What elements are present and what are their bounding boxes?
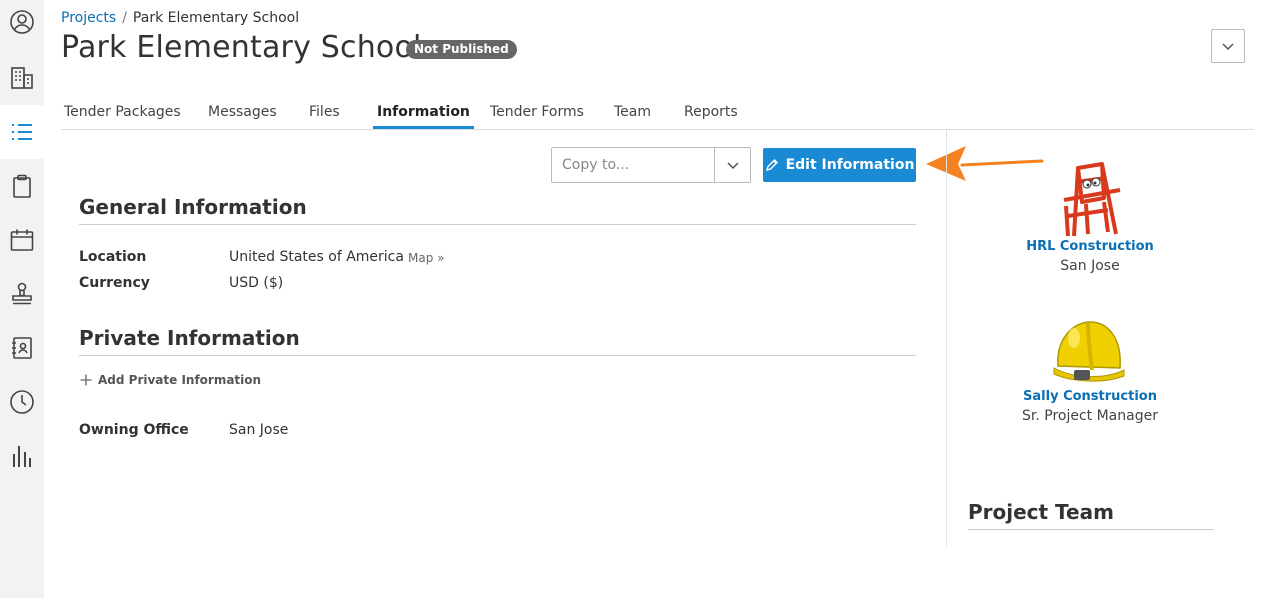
sidebar-item-profile[interactable]: [0, 0, 44, 49]
edit-information-button[interactable]: Edit Information: [763, 148, 916, 182]
owning-office-label: Owning Office: [79, 422, 189, 438]
clipboard-icon: [13, 174, 31, 198]
tab-information[interactable]: Information: [373, 104, 474, 129]
section-divider: [968, 529, 1214, 530]
breadcrumb-projects-link[interactable]: Projects: [61, 10, 116, 26]
tab-tender-packages[interactable]: Tender Packages: [64, 104, 181, 128]
bar-chart-icon: [13, 446, 31, 467]
address-book-icon: [12, 337, 32, 359]
general-information-heading: General Information: [79, 195, 307, 219]
clock-icon: [10, 390, 34, 414]
location-label: Location: [79, 249, 147, 265]
chevron-down-icon: [726, 162, 739, 170]
sidebar-item-approvals[interactable]: [0, 267, 44, 321]
private-information-heading: Private Information: [79, 326, 300, 350]
sidebar-item-contacts[interactable]: [0, 321, 44, 375]
company-name-link[interactable]: Sally Construction: [1000, 389, 1180, 404]
page-title: Park Elementary School: [61, 30, 422, 65]
tab-messages[interactable]: Messages: [208, 104, 277, 128]
chevron-down-icon: [1222, 43, 1234, 51]
copy-to-dropdown-toggle[interactable]: [714, 148, 750, 182]
user-circle-icon: [10, 10, 34, 34]
breadcrumb-separator: /: [122, 10, 127, 26]
copy-to-placeholder: Copy to...: [562, 157, 630, 173]
edit-information-label: Edit Information: [785, 157, 915, 173]
tab-team[interactable]: Team: [614, 104, 651, 128]
section-divider: [79, 355, 916, 356]
list-icon: [12, 124, 32, 140]
breadcrumb: Projects / Park Elementary School: [61, 10, 299, 26]
breadcrumb-current: Park Elementary School: [132, 10, 300, 26]
sidebar-item-tasks[interactable]: [0, 159, 44, 213]
sidebar-item-calendar[interactable]: [0, 213, 44, 267]
company-card: Sally Construction Sr. Project Manager: [1000, 389, 1180, 424]
sidebar-item-history[interactable]: [0, 375, 44, 429]
company-card: HRL Construction San Jose: [1000, 239, 1180, 274]
pencil-icon: [765, 159, 778, 172]
copy-to-select[interactable]: Copy to...: [551, 147, 751, 183]
tab-files[interactable]: Files: [309, 104, 340, 128]
stamp-icon: [12, 282, 32, 305]
currency-label: Currency: [79, 275, 150, 291]
tab-tender-forms[interactable]: Tender Forms: [490, 104, 584, 128]
tab-bar: Tender Packages Messages Files Informati…: [61, 98, 1254, 130]
plus-icon: [80, 374, 92, 386]
arrow-annotation-icon: [926, 146, 1044, 181]
company-name-link[interactable]: HRL Construction: [1000, 239, 1180, 254]
sidebar-item-projects[interactable]: [0, 105, 44, 159]
sidebar-item-companies[interactable]: [0, 51, 44, 105]
currency-value: USD ($): [229, 275, 284, 291]
project-team-heading: Project Team: [968, 500, 1114, 524]
owning-office-value: San Jose: [229, 422, 289, 438]
company-role: Sr. Project Manager: [1022, 408, 1158, 424]
sidebar-item-reports[interactable]: [0, 429, 44, 483]
map-link[interactable]: Map »: [408, 251, 444, 265]
section-divider: [79, 224, 916, 225]
add-private-information-label: Add Private Information: [98, 373, 262, 387]
project-actions-dropdown[interactable]: [1211, 29, 1245, 63]
calendar-icon: [10, 229, 34, 251]
hrl-construction-logo: [1063, 162, 1121, 237]
column-divider: [946, 130, 947, 546]
status-badge: Not Published: [406, 40, 517, 59]
location-value: United States of America: [229, 249, 404, 265]
tab-reports[interactable]: Reports: [684, 104, 738, 128]
building-icon: [11, 67, 33, 89]
add-private-information-button[interactable]: Add Private Information: [80, 373, 261, 387]
company-location: San Jose: [1060, 258, 1120, 274]
sidebar: [0, 0, 44, 598]
hard-hat-logo: [1053, 321, 1125, 382]
